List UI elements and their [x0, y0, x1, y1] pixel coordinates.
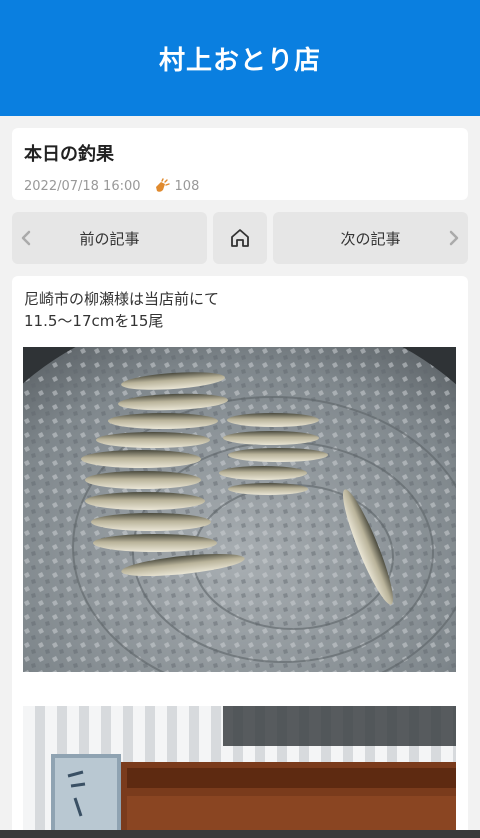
post-meta: 2022/07/18 16:00 108 [24, 178, 456, 194]
post-title: 本日の釣果 [24, 144, 114, 165]
photo-shop-sign[interactable] [23, 706, 456, 838]
next-article-button[interactable]: 次の記事 [273, 212, 468, 264]
clap-button[interactable]: 108 [153, 178, 200, 194]
post-body-text: 尼崎市の柳瀬様は当店前にて 11.5〜17cmを15尾 [24, 290, 220, 330]
shop-sign-image [23, 706, 456, 838]
clap-icon [155, 178, 170, 192]
chevron-right-icon [449, 230, 459, 246]
fish-tub-image [23, 347, 456, 672]
photo-fish-in-tub[interactable] [23, 347, 456, 672]
post-date: 2022/07/18 16:00 [24, 178, 141, 194]
prev-article-button[interactable]: 前の記事 [12, 212, 207, 264]
site-title[interactable]: 村上おとり店 [159, 40, 321, 77]
chevron-left-icon [21, 230, 31, 246]
home-icon [231, 229, 249, 247]
prev-article-label: 前の記事 [79, 229, 140, 248]
clap-count: 108 [174, 178, 200, 194]
home-button[interactable] [213, 212, 267, 264]
app-header: 村上おとり店 [0, 0, 480, 116]
post-content: 尼崎市の柳瀬様は当店前にて 11.5〜17cmを15尾 [12, 276, 468, 838]
next-article-label: 次の記事 [340, 229, 401, 248]
bottom-bar [0, 830, 480, 838]
article-nav: 前の記事 次の記事 [12, 212, 468, 264]
post-title-card: 本日の釣果 2022/07/18 16:00 108 [12, 128, 468, 200]
